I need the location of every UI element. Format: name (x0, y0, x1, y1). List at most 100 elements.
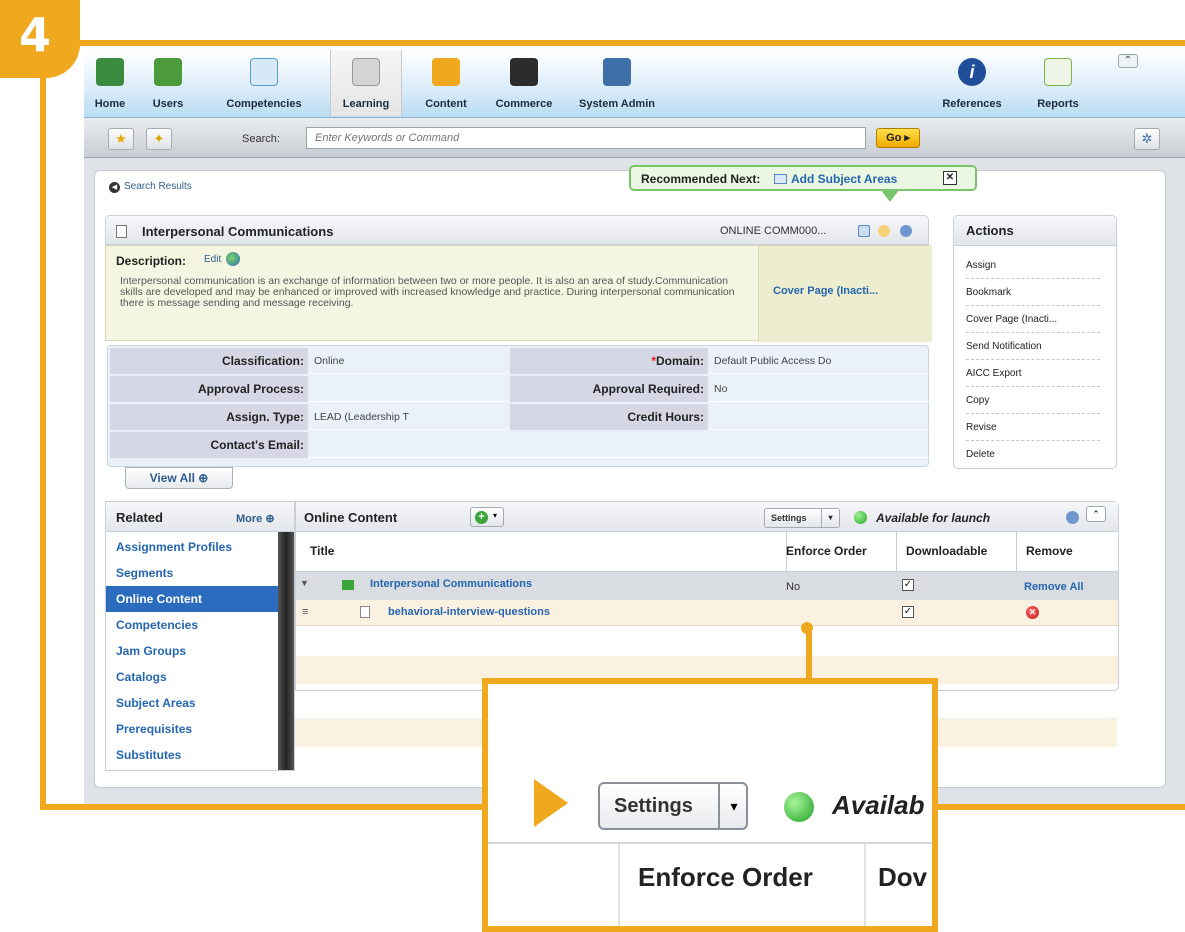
tips-lightbulb-icon[interactable]: ✦ (146, 128, 172, 150)
column-downloadable: Downloadable (906, 544, 988, 558)
table-header: Title Enforce Order Downloadable Remove (296, 532, 1118, 572)
related-panel: Related More ⊕ Assignment Profiles Segme… (105, 501, 295, 771)
domain-label: *Domain: (510, 348, 708, 374)
related-item-jam-groups[interactable]: Jam Groups (106, 638, 278, 664)
action-delete[interactable]: Delete (966, 441, 1100, 468)
search-input[interactable]: Enter Keywords or Command (306, 127, 866, 149)
nav-users[interactable]: Users (150, 50, 186, 116)
collapse-panel-button[interactable]: ⌃ (1086, 506, 1106, 522)
nav-home[interactable]: Home (92, 50, 128, 116)
drag-handle-icon[interactable]: ≡ (302, 606, 308, 618)
related-item-assignment-profiles[interactable]: Assignment Profiles (106, 534, 278, 560)
collapse-header-button[interactable]: ⌃ (1118, 54, 1138, 68)
status-green-dot-icon (784, 792, 814, 822)
view-all-button[interactable]: View All ⊕ (125, 467, 233, 489)
column-remove: Remove (1026, 544, 1073, 558)
settings-gear-icon[interactable]: ✲ (1134, 128, 1160, 150)
settings-dropdown[interactable]: Settings ▾ (764, 508, 840, 528)
zoom-table-header: Enforce Order Dov (488, 842, 932, 926)
related-more-link[interactable]: More ⊕ (236, 512, 275, 525)
help-icon[interactable] (1066, 511, 1079, 524)
favorites-star-icon[interactable]: ★ (108, 128, 134, 150)
approval-process-value (308, 376, 508, 402)
related-item-competencies[interactable]: Competencies (106, 612, 278, 638)
column-divider (864, 844, 866, 926)
chevron-down-icon: ▾ (493, 511, 498, 520)
approval-process-label: Approval Process: (110, 376, 308, 402)
system-admin-icon (603, 58, 631, 86)
nav-learning[interactable]: Learning (330, 50, 402, 116)
nav-content[interactable]: Content (418, 50, 474, 116)
related-item-subject-areas[interactable]: Subject Areas (106, 690, 278, 716)
settings-label: Settings (771, 513, 807, 523)
description-section: Description: Edit Interpersonal communic… (105, 245, 932, 342)
description-text: Interpersonal communication is an exchan… (120, 275, 735, 309)
action-assign[interactable]: Assign (966, 252, 1100, 279)
related-item-prerequisites[interactable]: Prerequisites (106, 716, 278, 742)
back-to-search-results-link[interactable]: ◀ Search Results (109, 181, 192, 193)
nav-system-admin-label: System Admin (578, 98, 655, 110)
zoom-column-downloadable: Dov (878, 862, 928, 892)
learning-icon (352, 58, 380, 86)
row-downloadable-checkbox[interactable]: ✓ (902, 606, 914, 618)
related-item-segments[interactable]: Segments (106, 560, 278, 586)
assign-type-label: Assign. Type: (110, 404, 308, 430)
nav-commerce[interactable]: Commerce (488, 50, 560, 116)
assign-type-value: LEAD (Leadership T (314, 411, 409, 423)
zoom-settings-label: Settings (614, 795, 693, 817)
action-revise[interactable]: Revise (966, 414, 1100, 441)
approval-required-value: No (714, 383, 728, 395)
go-button[interactable]: Go ▸ (876, 128, 920, 148)
row-title[interactable]: behavioral-interview-questions (388, 606, 550, 618)
action-send-notification[interactable]: Send Notification (966, 333, 1100, 360)
related-item-substitutes[interactable]: Substitutes (106, 742, 278, 770)
credit-hours-label: Credit Hours: (510, 404, 708, 430)
add-subject-areas-link[interactable]: Add Subject Areas (791, 172, 897, 186)
domain-label-text: Domain: (656, 354, 704, 368)
nav-content-label: Content (425, 98, 467, 110)
subject-areas-icon (774, 174, 787, 184)
item-title: Interpersonal Communications (142, 224, 334, 239)
remove-icon[interactable]: ✕ (1026, 606, 1039, 619)
document-icon (116, 225, 127, 238)
classification-label: Classification: (110, 348, 308, 374)
references-info-icon: i (958, 58, 986, 86)
remove-all-link[interactable]: Remove All (1024, 581, 1084, 593)
chevron-down-icon[interactable]: ▾ (821, 509, 839, 527)
action-aicc-export[interactable]: AICC Export (966, 360, 1100, 387)
cover-page-link[interactable]: Cover Page (Inacti... (773, 285, 878, 297)
nav-competencies[interactable]: Competencies (218, 50, 310, 116)
group-downloadable-checkbox[interactable]: ✓ (902, 579, 914, 591)
property-row: Classification: Online *Domain: Default … (108, 348, 930, 374)
classification-value: Online (314, 355, 345, 367)
action-copy[interactable]: Copy (966, 387, 1100, 414)
nav-competencies-label: Competencies (226, 98, 302, 110)
related-item-catalogs[interactable]: Catalogs (106, 664, 278, 690)
help-icon[interactable] (900, 225, 912, 237)
close-icon[interactable]: ✕ (943, 171, 957, 185)
nav-reports[interactable]: Reports (1028, 50, 1088, 116)
zoom-settings-dropdown[interactable]: Settings ▾ (598, 782, 748, 830)
chevron-down-icon[interactable]: ▾ (718, 784, 748, 828)
group-title[interactable]: Interpersonal Communications (370, 578, 532, 590)
action-cover-page[interactable]: Cover Page (Inacti... (966, 306, 1100, 333)
cover-page-box: Cover Page (Inacti... (758, 246, 932, 342)
reports-chart-icon (1044, 58, 1072, 86)
nav-references[interactable]: i References (936, 50, 1008, 116)
action-bookmark[interactable]: Bookmark (966, 279, 1100, 306)
details-icon[interactable] (858, 225, 870, 237)
recommend-icon[interactable] (878, 225, 890, 237)
edit-description-link[interactable]: Edit (204, 254, 221, 265)
nav-system-admin[interactable]: System Admin (574, 50, 660, 116)
add-content-button[interactable]: + ▾ (470, 507, 504, 527)
pointer-arrow-icon (534, 779, 568, 827)
related-scrollbar[interactable] (278, 532, 294, 770)
expand-triangle-icon[interactable]: ▼ (300, 578, 309, 588)
step-badge: 4 (0, 0, 80, 78)
globe-icon[interactable] (226, 252, 240, 266)
related-item-online-content[interactable]: Online Content (106, 586, 278, 612)
table-row: ≡ behavioral-interview-questions ✓ ✕ (296, 600, 1118, 626)
nav-learning-label: Learning (342, 98, 390, 110)
back-arrow-icon: ◀ (109, 182, 120, 193)
approval-required-label: Approval Required: (510, 376, 708, 402)
